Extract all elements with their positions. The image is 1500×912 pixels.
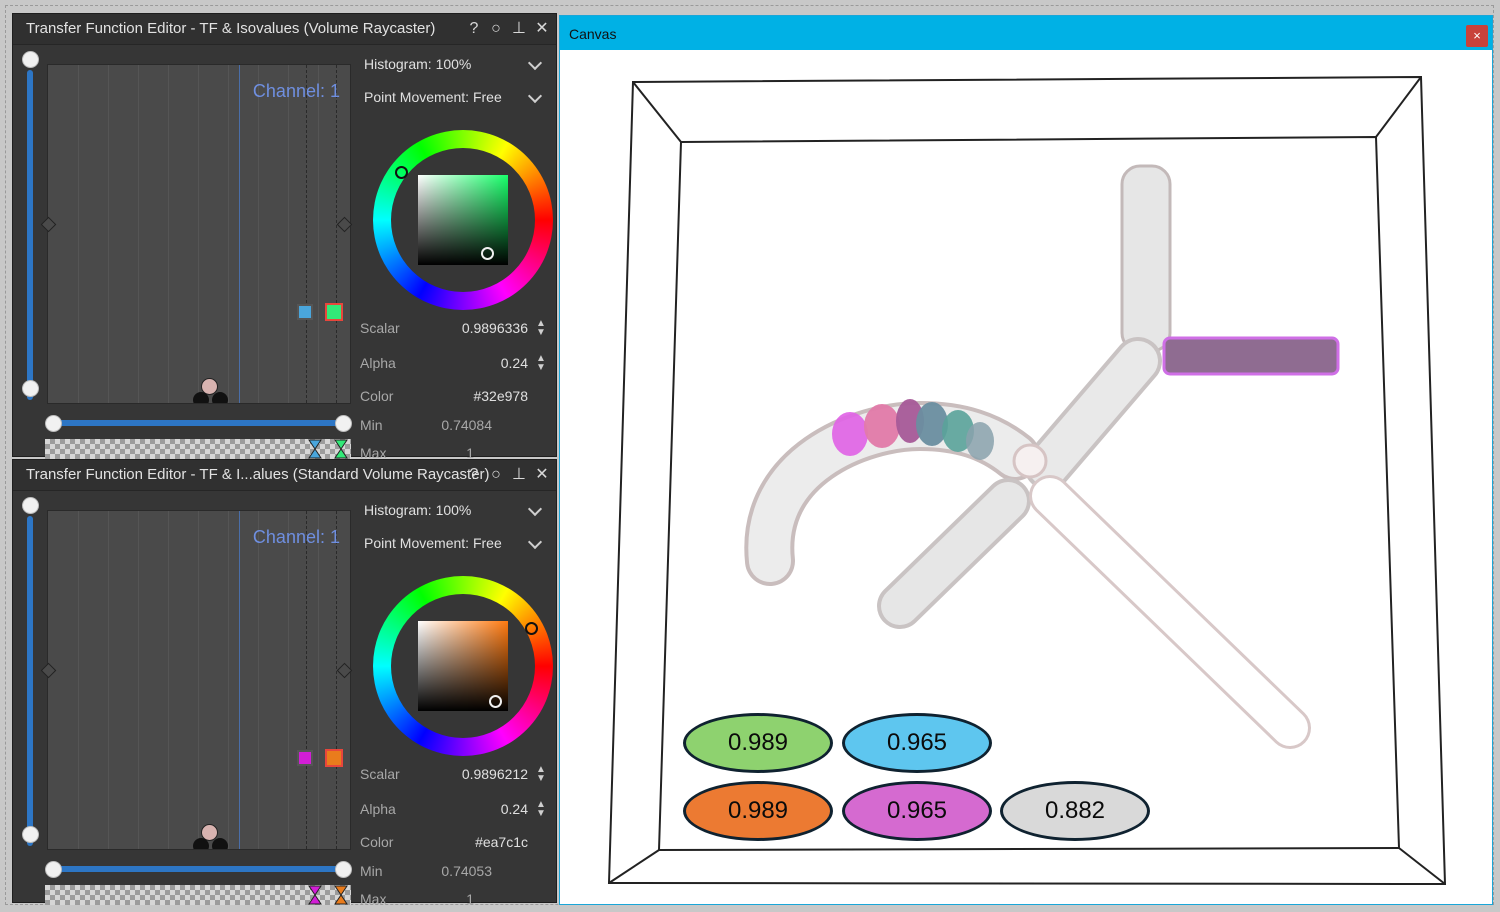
properties-column: Histogram: 100% Point Movement: Free Sca… [358,490,553,907]
tf-editor-panel-1: Transfer Function Editor - TF & Isovalue… [12,13,557,461]
panel-title: Transfer Function Editor - TF & I...alue… [26,466,490,483]
chevron-down-icon [527,501,543,517]
sv-marker[interactable] [481,247,494,260]
help-icon[interactable]: ? [464,18,484,40]
scalar-field[interactable]: Scalar 0.9896212 ▲ ▼ [360,765,550,786]
alpha-field[interactable]: Alpha 0.24 ▲ ▼ [360,354,550,375]
slider-bottom-handle[interactable] [22,380,39,397]
value-range-slider[interactable] [51,866,343,872]
range-min-handle[interactable] [45,415,62,432]
panel-titlebar[interactable]: Transfer Function Editor - TF & Isovalue… [13,14,556,45]
range-min-handle[interactable] [45,861,62,878]
value-range-slider[interactable] [51,420,343,426]
slider-top-handle[interactable] [22,497,39,514]
opacity-range-slider[interactable] [27,516,33,846]
point-movement-dropdown[interactable]: Point Movement: Free [364,88,544,115]
hue-marker[interactable] [395,166,408,179]
min-field: Min 0.74084 [360,417,492,433]
point-movement-dropdown[interactable]: Point Movement: Free [364,534,544,561]
max-field: Max 1 [360,891,474,907]
min-field: Min 0.74053 [360,863,492,879]
sv-marker[interactable] [489,695,502,708]
canvas-window: Canvas × 0.989 0.965 0.989 0.965 0.882 [559,15,1493,905]
slider-bottom-handle[interactable] [22,826,39,843]
isovalue-badge: 0.882 [1000,781,1150,841]
spinner-icon[interactable]: ▲ ▼ [536,319,546,338]
histogram-dropdown[interactable]: Histogram: 100% [364,501,544,528]
spinner-icon[interactable]: ▲ ▼ [536,354,546,373]
color-field[interactable]: Color #ea7c1c [360,834,550,854]
opacity-range-slider[interactable] [27,70,33,400]
isovalue-line[interactable] [306,65,307,403]
panel-title: Transfer Function Editor - TF & Isovalue… [26,20,436,37]
isovalue-badge: 0.989 [683,781,833,841]
scalar-field[interactable]: Scalar 0.9896336 ▲ ▼ [360,319,550,340]
isovalue-line[interactable] [306,511,307,849]
transfer-function-plot[interactable]: Channel: 1 [47,64,351,404]
isovalue-swatch[interactable] [297,750,313,766]
panel-titlebar[interactable]: Transfer Function Editor - TF & I...alue… [13,460,556,491]
histogram-dropdown[interactable]: Histogram: 100% [364,55,544,82]
pin-icon[interactable]: ⊥ [509,464,529,486]
range-max-handle[interactable] [335,415,352,432]
tf-point[interactable] [212,392,228,403]
range-max-handle[interactable] [335,861,352,878]
transfer-function-plot[interactable]: Channel: 1 [47,510,351,850]
channel-label: Channel: 1 [252,527,340,547]
tf-editor-panel-2: Transfer Function Editor - TF & I...alue… [12,459,557,907]
saturation-value-square[interactable] [418,175,508,265]
chevron-down-icon [527,55,543,71]
color-preview-bar [45,439,351,459]
spinner-icon[interactable]: ▲ ▼ [536,800,546,819]
undock-icon[interactable]: ○ [486,18,506,40]
properties-column: Histogram: 100% Point Movement: Free Sca… [358,44,553,461]
isovalue-swatch[interactable] [297,304,313,320]
color-preview-bar [45,885,351,905]
render-viewport[interactable] [560,16,1493,905]
color-wheel[interactable] [373,576,553,756]
chevron-down-icon [527,88,543,104]
color-wheel[interactable] [373,130,553,310]
spinner-icon[interactable]: ▲ ▼ [536,765,546,784]
isovalue-swatch-selected[interactable] [325,749,343,767]
isovalue-line[interactable] [336,65,337,403]
isovalue-badge: 0.965 [842,781,992,841]
hue-marker[interactable] [525,622,538,635]
tf-point[interactable] [193,838,209,849]
tf-point[interactable] [193,392,209,403]
channel-label: Channel: 1 [252,81,340,101]
help-icon[interactable]: ? [464,464,484,486]
isovalue-badge: 0.989 [683,713,833,773]
close-icon[interactable]: ✕ [532,18,552,40]
close-icon[interactable]: ✕ [532,464,552,486]
tf-point[interactable] [212,838,228,849]
alpha-field[interactable]: Alpha 0.24 ▲ ▼ [360,800,550,821]
isovalue-line[interactable] [336,511,337,849]
slider-top-handle[interactable] [22,51,39,68]
pin-icon[interactable]: ⊥ [509,18,529,40]
undock-icon[interactable]: ○ [486,464,506,486]
isovalue-badge: 0.965 [842,713,992,773]
isovalue-swatch-selected[interactable] [325,303,343,321]
chevron-down-icon [527,534,543,550]
color-field[interactable]: Color #32e978 [360,388,550,408]
